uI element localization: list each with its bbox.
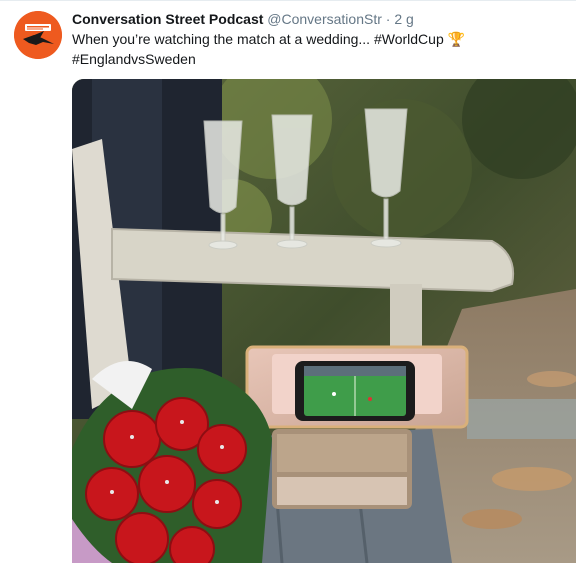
- avatar[interactable]: [14, 11, 62, 59]
- tweet-card[interactable]: Conversation Street Podcast @Conversatio…: [0, 0, 576, 563]
- tweet-photo[interactable]: [72, 79, 576, 563]
- podcast-logo-icon: [14, 11, 62, 59]
- tweet-header: Conversation Street Podcast @Conversatio…: [72, 10, 570, 28]
- timestamp[interactable]: 2 g: [394, 11, 413, 27]
- trophy-emoji: 🏆: [447, 31, 466, 47]
- handle[interactable]: @ConversationStr: [267, 11, 382, 27]
- tweet-text: When you’re watching the match at a wedd…: [72, 29, 570, 69]
- tweet-text-body: When you’re watching the match at a wedd…: [72, 31, 374, 47]
- display-name[interactable]: Conversation Street Podcast: [72, 11, 263, 27]
- separator: ·: [385, 11, 391, 27]
- hashtag-englandvssweden[interactable]: #EnglandvsSweden: [72, 51, 196, 67]
- hashtag-worldcup[interactable]: #WorldCup: [374, 31, 444, 47]
- wedding-photo-image: [72, 79, 576, 563]
